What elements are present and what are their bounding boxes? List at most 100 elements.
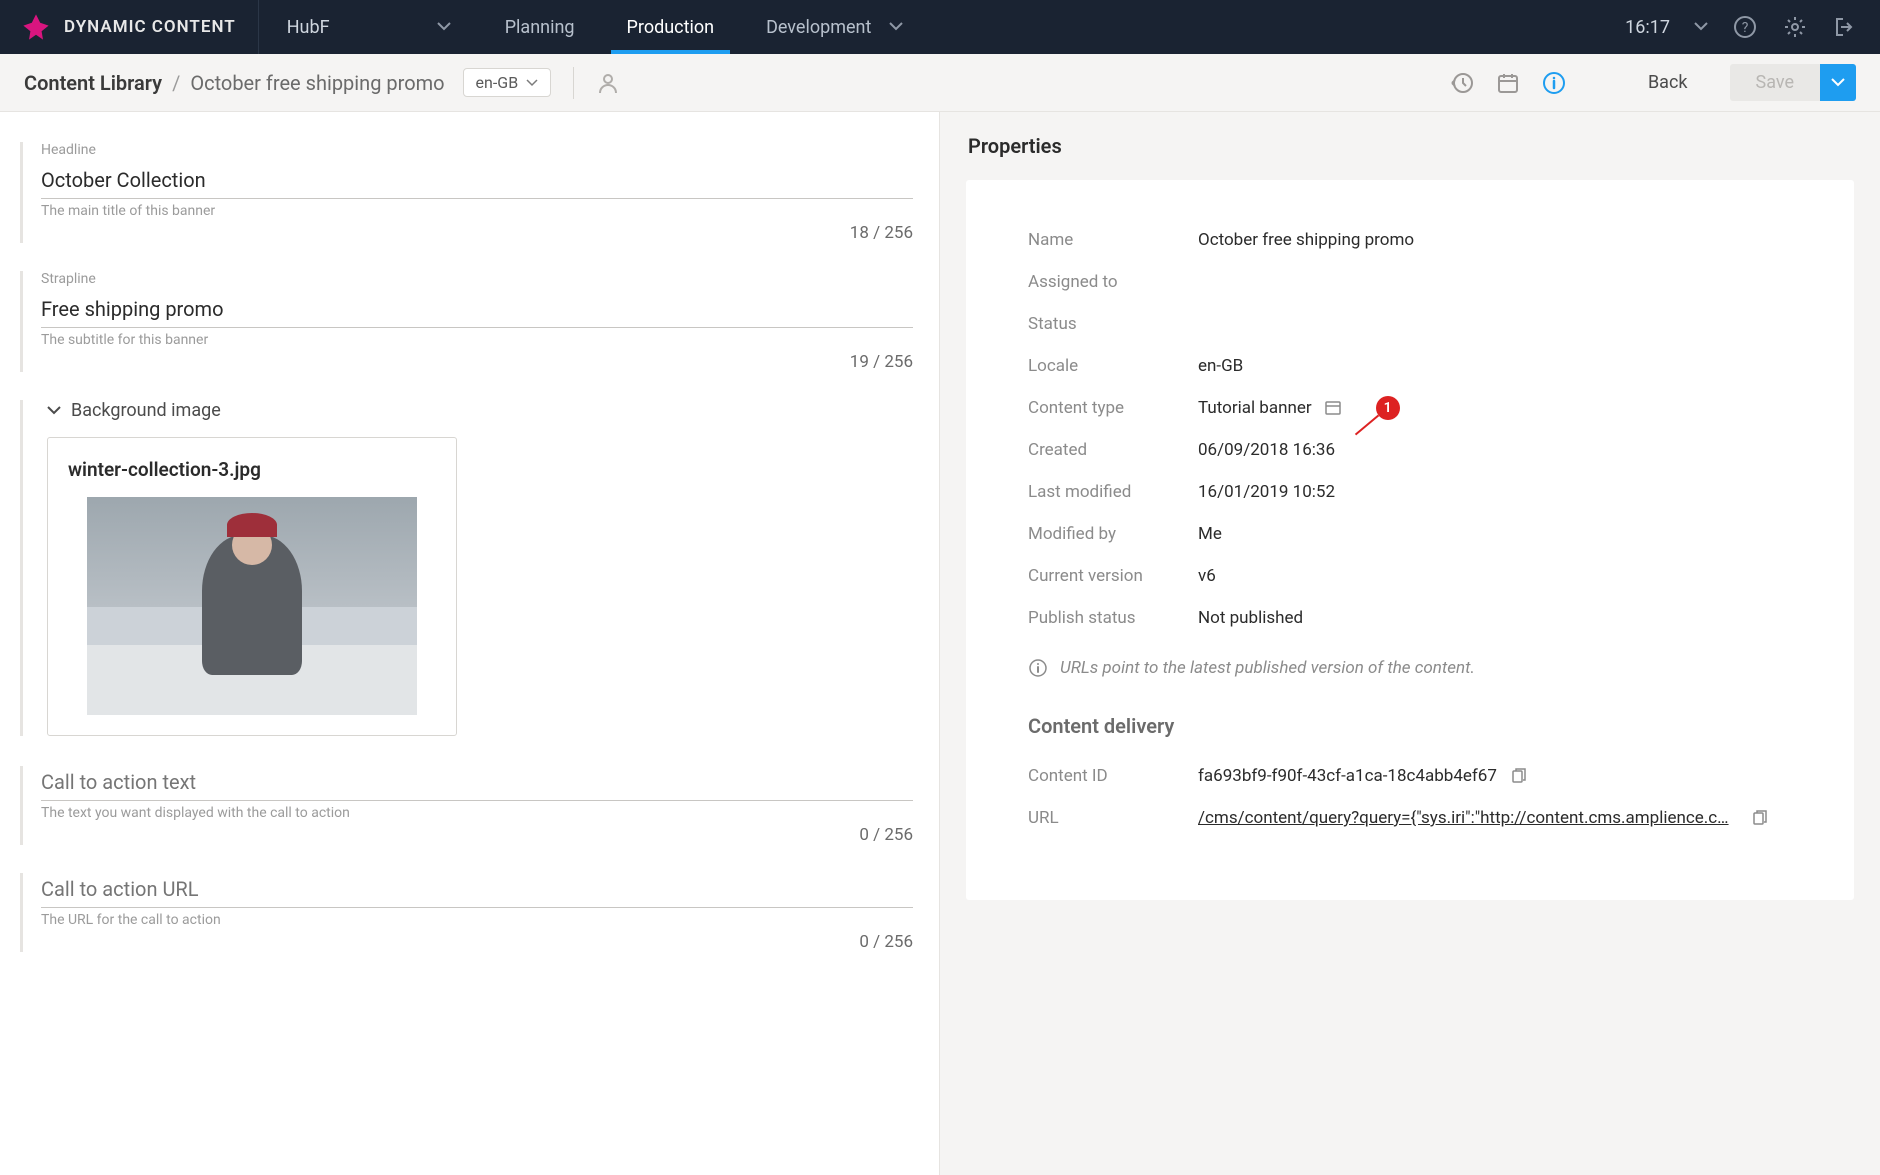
field-label: Strapline <box>41 271 913 287</box>
prop-content-id: Content ID fa693bf9-f90f-43cf-a1ca-18c4a… <box>1028 766 1792 786</box>
prop-key: Current version <box>1028 566 1198 586</box>
prop-key: Last modified <box>1028 482 1198 502</box>
prop-value: fa693bf9-f90f-43cf-a1ca-18c4abb4ef67 <box>1198 766 1792 786</box>
caret-down-icon <box>437 22 451 32</box>
top-nav: DYNAMIC CONTENT HubF Planning Production… <box>0 0 1880 54</box>
prop-locale: Locale en-GB <box>1028 356 1792 376</box>
tab-planning[interactable]: Planning <box>479 0 601 54</box>
hub-name: HubF <box>287 17 330 38</box>
copy-icon[interactable] <box>1750 809 1768 827</box>
save-button[interactable]: Save <box>1730 64 1821 101</box>
brand-name: DYNAMIC CONTENT <box>64 17 236 37</box>
prop-last-modified: Last modified 16/01/2019 10:52 <box>1028 482 1792 502</box>
caret-down-icon <box>526 79 538 87</box>
info-icon <box>1028 658 1048 678</box>
content-id-value: fa693bf9-f90f-43cf-a1ca-18c4abb4ef67 <box>1198 766 1497 786</box>
prop-value: Tutorial banner 1 <box>1198 398 1792 418</box>
user-icon[interactable] <box>596 71 620 95</box>
prop-value <box>1198 314 1792 334</box>
prop-value: Not published <box>1198 608 1792 628</box>
save-button-group: Save <box>1730 64 1857 101</box>
info-icon[interactable] <box>1542 71 1566 95</box>
field-hint: The text you want displayed with the cal… <box>41 805 913 821</box>
field-strapline: Strapline The subtitle for this banner 1… <box>20 271 913 372</box>
caret-down-icon <box>889 22 903 32</box>
tab-development-label: Development <box>766 17 871 38</box>
prop-key: Modified by <box>1028 524 1198 544</box>
chevron-down-icon <box>47 406 61 416</box>
sub-header: Content Library / October free shipping … <box>0 54 1880 112</box>
delivery-url-link[interactable]: /cms/content/query?query={"sys.iri":"htt… <box>1198 808 1738 828</box>
nav-tabs: Planning Production Development <box>479 0 930 54</box>
subheader-actions: Back Save <box>1450 64 1856 101</box>
schema-icon[interactable] <box>1324 399 1342 417</box>
help-icon[interactable]: ? <box>1732 14 1758 40</box>
prop-assigned: Assigned to <box>1028 272 1792 292</box>
field-hint: The URL for the call to action <box>41 912 913 928</box>
strapline-input[interactable] <box>41 293 913 328</box>
headline-input[interactable] <box>41 164 913 199</box>
clock: 16:17 <box>1625 17 1670 38</box>
properties-pane: Properties Name October free shipping pr… <box>940 112 1880 1175</box>
locale-selector[interactable]: en-GB <box>463 68 552 97</box>
prop-modified-by: Modified by Me <box>1028 524 1792 544</box>
prop-key: Status <box>1028 314 1198 334</box>
content-delivery-title: Content delivery <box>1028 714 1792 738</box>
prop-value <box>1198 272 1792 292</box>
section-toggle[interactable]: Background image <box>29 400 913 421</box>
logout-icon[interactable] <box>1832 14 1858 40</box>
divider <box>573 67 574 99</box>
prop-value: 06/09/2018 16:36 <box>1198 440 1792 460</box>
copy-icon[interactable] <box>1509 767 1527 785</box>
prop-key: Content ID <box>1028 766 1198 786</box>
field-hint: The subtitle for this banner <box>41 332 913 348</box>
prop-status: Status <box>1028 314 1792 334</box>
callout-number: 1 <box>1376 396 1400 420</box>
breadcrumb-sep: / <box>172 71 180 95</box>
breadcrumb-leaf: October free shipping promo <box>190 71 444 95</box>
svg-text:?: ? <box>1742 20 1749 36</box>
tab-development[interactable]: Development <box>740 0 929 54</box>
tab-production[interactable]: Production <box>601 0 741 54</box>
field-cta-text: The text you want displayed with the cal… <box>20 766 913 845</box>
prop-key: Name <box>1028 230 1198 250</box>
prop-publish-status: Publish status Not published <box>1028 608 1792 628</box>
prop-value: October free shipping promo <box>1198 230 1792 250</box>
prop-key: Content type <box>1028 398 1198 418</box>
prop-version: Current version v6 <box>1028 566 1792 586</box>
hub-selector[interactable]: HubF <box>259 17 479 38</box>
save-dropdown-button[interactable] <box>1820 64 1856 101</box>
gear-icon[interactable] <box>1782 14 1808 40</box>
breadcrumb-root[interactable]: Content Library <box>24 71 162 95</box>
history-icon[interactable] <box>1450 71 1474 95</box>
prop-key: Locale <box>1028 356 1198 376</box>
content-type-value: Tutorial banner <box>1198 398 1312 418</box>
url-info-note: URLs point to the latest published versi… <box>1028 658 1792 678</box>
prop-value: v6 <box>1198 566 1792 586</box>
field-hint: The main title of this banner <box>41 203 913 219</box>
calendar-icon[interactable] <box>1496 71 1520 95</box>
prop-created: Created 06/09/2018 16:36 <box>1028 440 1792 460</box>
prop-value: 16/01/2019 10:52 <box>1198 482 1792 502</box>
breadcrumb: Content Library / October free shipping … <box>24 71 445 95</box>
cta-text-input[interactable] <box>41 766 913 801</box>
brand: DYNAMIC CONTENT <box>0 0 258 54</box>
note-text: URLs point to the latest published versi… <box>1060 658 1475 678</box>
properties-title: Properties <box>940 112 1880 180</box>
prop-key: URL <box>1028 808 1198 828</box>
char-counter: 0 / 256 <box>41 825 913 845</box>
brand-logo-icon <box>22 13 50 41</box>
section-label: Background image <box>71 400 221 421</box>
prop-url: URL /cms/content/query?query={"sys.iri":… <box>1028 808 1792 828</box>
field-headline: Headline The main title of this banner 1… <box>20 142 913 243</box>
image-filename: winter-collection-3.jpg <box>68 458 436 481</box>
image-card[interactable]: winter-collection-3.jpg <box>47 437 457 736</box>
prop-key: Created <box>1028 440 1198 460</box>
field-label: Headline <box>41 142 913 158</box>
cta-url-input[interactable] <box>41 873 913 908</box>
field-background-image: Background image winter-collection-3.jpg <box>20 400 913 736</box>
image-thumbnail <box>87 497 417 715</box>
back-button[interactable]: Back <box>1628 64 1708 101</box>
editor-pane: Headline The main title of this banner 1… <box>0 112 940 1175</box>
caret-down-icon[interactable] <box>1694 22 1708 32</box>
